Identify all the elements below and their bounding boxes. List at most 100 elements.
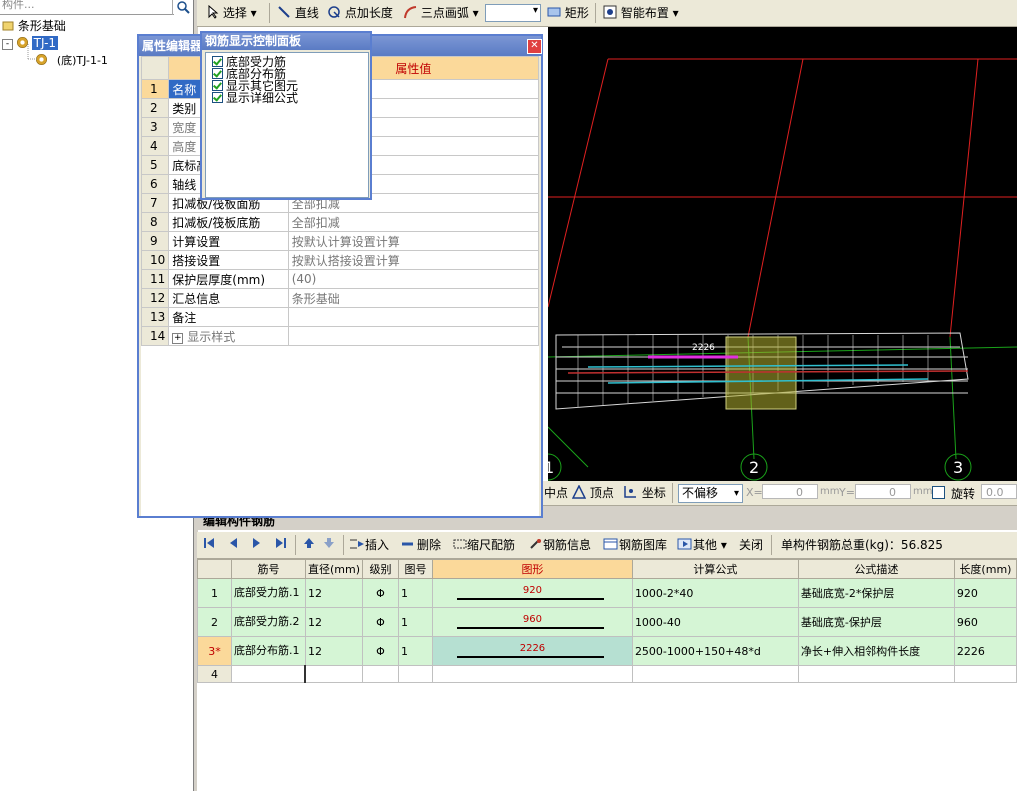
cell-figure[interactable]: [397, 665, 433, 683]
cell-shape[interactable]: 920: [431, 578, 633, 608]
expand-icon[interactable]: +: [172, 332, 184, 344]
col-header-grade[interactable]: 级别: [361, 559, 399, 579]
rect-button[interactable]: 矩形: [547, 4, 589, 22]
property-row[interactable]: 9 计算设置 按默认计算设置计算: [140, 231, 540, 251]
cell-length[interactable]: 960: [953, 607, 1017, 637]
close-icon[interactable]: ✕: [527, 39, 542, 54]
cell-description[interactable]: [797, 665, 955, 683]
col-header-formula[interactable]: 计算公式: [631, 559, 799, 579]
property-row[interactable]: 14 + 显示样式: [140, 326, 540, 346]
point-length-button[interactable]: 点加长度: [327, 4, 393, 22]
table-row-selected[interactable]: 3* 底部分布筋.1 12 Φ 1 2226 2500-1000+150+48*…: [197, 636, 1017, 666]
cell-grade[interactable]: [361, 665, 399, 683]
cell-length[interactable]: [953, 665, 1017, 683]
tree-search-input[interactable]: 构件...: [0, 0, 174, 15]
move-up-button[interactable]: [303, 537, 315, 553]
property-value[interactable]: 全部扣减: [287, 212, 540, 232]
cell-name[interactable]: 底部受力筋.1: [230, 578, 306, 608]
cell-grade[interactable]: Φ: [361, 636, 399, 666]
rebar-library-button[interactable]: 钢筋图库: [603, 537, 667, 553]
property-value[interactable]: [287, 326, 540, 346]
x-input[interactable]: 0: [762, 484, 818, 499]
property-name[interactable]: 搭接设置: [168, 250, 289, 270]
rotate-input[interactable]: 0.0: [981, 484, 1017, 499]
checkbox-checked[interactable]: [212, 80, 223, 91]
cell-shape[interactable]: 2226: [431, 636, 633, 666]
other-menu-button[interactable]: 其他 ▾: [677, 537, 727, 553]
offset-mode-select[interactable]: 不偏移 ▾: [678, 484, 743, 503]
tree-child[interactable]: (底)TJ-1-1: [36, 52, 108, 68]
cell-grade[interactable]: Φ: [361, 578, 399, 608]
col-header-name[interactable]: 筋号: [230, 559, 306, 579]
property-value[interactable]: 按默认计算设置计算: [287, 231, 540, 251]
tree-root[interactable]: 条形基础: [2, 18, 66, 34]
rotate-checkbox[interactable]: [932, 486, 945, 499]
move-down-button[interactable]: [323, 537, 335, 553]
property-value[interactable]: 按默认搭接设置计算: [287, 250, 540, 270]
cell-description[interactable]: 基础底宽-2*保护层: [797, 578, 955, 608]
cell-length[interactable]: 2226: [953, 636, 1017, 666]
cell-diameter[interactable]: 12: [304, 578, 363, 608]
property-name[interactable]: 汇总信息: [168, 288, 289, 308]
property-row[interactable]: 11 保护层厚度(mm) (40): [140, 269, 540, 289]
col-header-diameter[interactable]: 直径(mm): [304, 559, 363, 579]
last-button[interactable]: [275, 537, 287, 553]
property-row[interactable]: 12 汇总信息 条形基础: [140, 288, 540, 308]
property-name[interactable]: 备注: [168, 307, 289, 327]
cell-description[interactable]: 净长+伸入相邻构件长度: [797, 636, 955, 666]
vertex-snap[interactable]: 顶点: [571, 484, 614, 501]
property-name[interactable]: 扣减板/筏板底筋: [168, 212, 289, 232]
delete-button[interactable]: 删除: [401, 537, 441, 553]
property-row[interactable]: 8 扣减板/筏板底筋 全部扣减: [140, 212, 540, 232]
col-header-length[interactable]: 长度(mm): [953, 559, 1017, 579]
rebar-info-button[interactable]: 钢筋信息: [529, 537, 591, 553]
col-header-figure[interactable]: 图号: [397, 559, 433, 579]
coord-snap[interactable]: 坐标: [622, 485, 666, 501]
cell-formula[interactable]: 1000-40: [631, 607, 799, 637]
table-row[interactable]: 2 底部受力筋.2 12 Φ 1 960 1000-40 基础底宽-保护层 96…: [197, 607, 1017, 637]
property-name[interactable]: 计算设置: [168, 231, 289, 251]
arc-mode-select[interactable]: ▾: [485, 4, 541, 22]
cell-length[interactable]: 920: [953, 578, 1017, 608]
search-icon[interactable]: [172, 0, 193, 15]
cell-formula[interactable]: [631, 665, 799, 683]
cell-formula[interactable]: 1000-2*40: [631, 578, 799, 608]
table-row-empty[interactable]: 4: [197, 665, 1017, 683]
close-button[interactable]: 关闭: [739, 537, 763, 553]
rebar-display-title[interactable]: 钢筋显示控制面板: [202, 33, 370, 50]
option-show-detailed-formula[interactable]: 显示详细公式: [212, 92, 298, 104]
property-value[interactable]: (40): [287, 269, 540, 289]
cell-grade[interactable]: Φ: [361, 607, 399, 637]
cell-diameter[interactable]: [304, 665, 363, 683]
cell-figure[interactable]: 1: [397, 578, 433, 608]
property-row[interactable]: 10 搭接设置 按默认搭接设置计算: [140, 250, 540, 270]
next-button[interactable]: [251, 537, 263, 553]
cell-shape[interactable]: [431, 665, 633, 683]
prev-button[interactable]: [227, 537, 239, 553]
cell-diameter[interactable]: 12: [304, 636, 363, 666]
drawing-viewport[interactable]: 2226 1 2 3: [548, 27, 1017, 482]
checkbox-checked[interactable]: [212, 68, 223, 79]
col-header-description[interactable]: 公式描述: [797, 559, 955, 579]
cell-shape[interactable]: 960: [431, 607, 633, 637]
table-row[interactable]: 1 底部受力筋.1 12 Φ 1 920 1000-2*40 基础底宽-2*保护…: [197, 578, 1017, 608]
y-input[interactable]: 0: [855, 484, 911, 499]
property-row[interactable]: 13 备注: [140, 307, 540, 327]
select-button[interactable]: 选择 ▾: [207, 4, 257, 22]
cell-name[interactable]: [230, 665, 307, 683]
checkbox-checked[interactable]: [212, 92, 223, 103]
checkbox-checked[interactable]: [212, 56, 223, 67]
midpoint-snap[interactable]: 中点: [544, 485, 568, 501]
cell-name[interactable]: 底部分布筋.1: [230, 636, 306, 666]
property-value[interactable]: 条形基础: [287, 288, 540, 308]
cell-formula[interactable]: 2500-1000+150+48*d: [631, 636, 799, 666]
property-name-expandable[interactable]: + 显示样式: [168, 326, 289, 346]
cell-description[interactable]: 基础底宽-保护层: [797, 607, 955, 637]
cell-figure[interactable]: 1: [397, 636, 433, 666]
insert-button[interactable]: 插入: [349, 537, 389, 553]
three-point-arc-button[interactable]: 三点画弧 ▾: [403, 4, 479, 22]
line-button[interactable]: 直线: [277, 4, 319, 22]
cell-diameter[interactable]: 12: [304, 607, 363, 637]
cell-figure[interactable]: 1: [397, 607, 433, 637]
property-name[interactable]: 保护层厚度(mm): [168, 269, 289, 289]
